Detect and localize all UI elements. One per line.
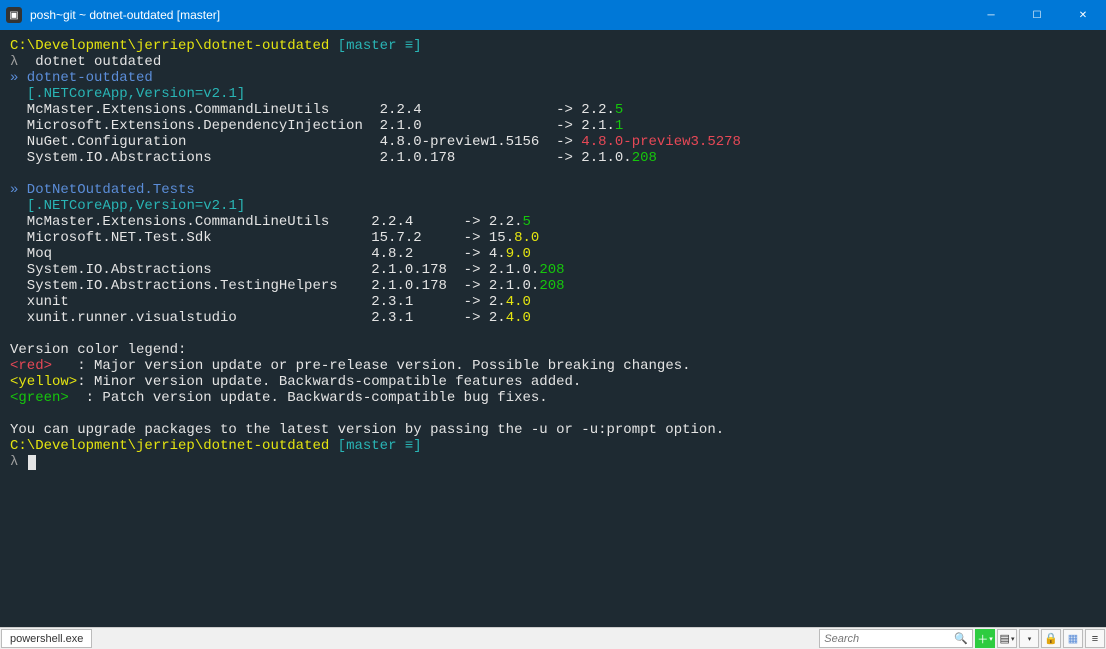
lock-icon[interactable]: 🔒 — [1041, 629, 1061, 648]
search-input[interactable] — [824, 633, 954, 645]
close-button[interactable]: ✕ — [1060, 0, 1106, 30]
search-box[interactable]: 🔍 — [819, 629, 973, 648]
menu-button[interactable]: ≡ — [1085, 629, 1105, 648]
shell-tab[interactable]: powershell.exe — [1, 629, 92, 648]
toolbar-button-3[interactable]: ▦ — [1063, 629, 1083, 648]
terminal-output[interactable]: C:\Development\jerriep\dotnet-outdated [… — [0, 30, 1106, 627]
statusbar-spacer — [93, 628, 818, 649]
app-icon: ▣ — [6, 7, 22, 23]
window-titlebar: ▣ posh~git ~ dotnet-outdated [master] ─ … — [0, 0, 1106, 30]
new-tab-button[interactable]: ＋▾ — [975, 629, 995, 648]
search-icon[interactable]: 🔍 — [954, 632, 968, 645]
status-bar: powershell.exe 🔍 ＋▾ ▤▾ ▾ 🔒 ▦ ≡ — [0, 627, 1106, 649]
toolbar-button-2[interactable]: ▾ — [1019, 629, 1039, 648]
toolbar-button-1[interactable]: ▤▾ — [997, 629, 1017, 648]
maximize-button[interactable]: ☐ — [1014, 0, 1060, 30]
window-title: posh~git ~ dotnet-outdated [master] — [28, 8, 968, 22]
minimize-button[interactable]: ─ — [968, 0, 1014, 30]
